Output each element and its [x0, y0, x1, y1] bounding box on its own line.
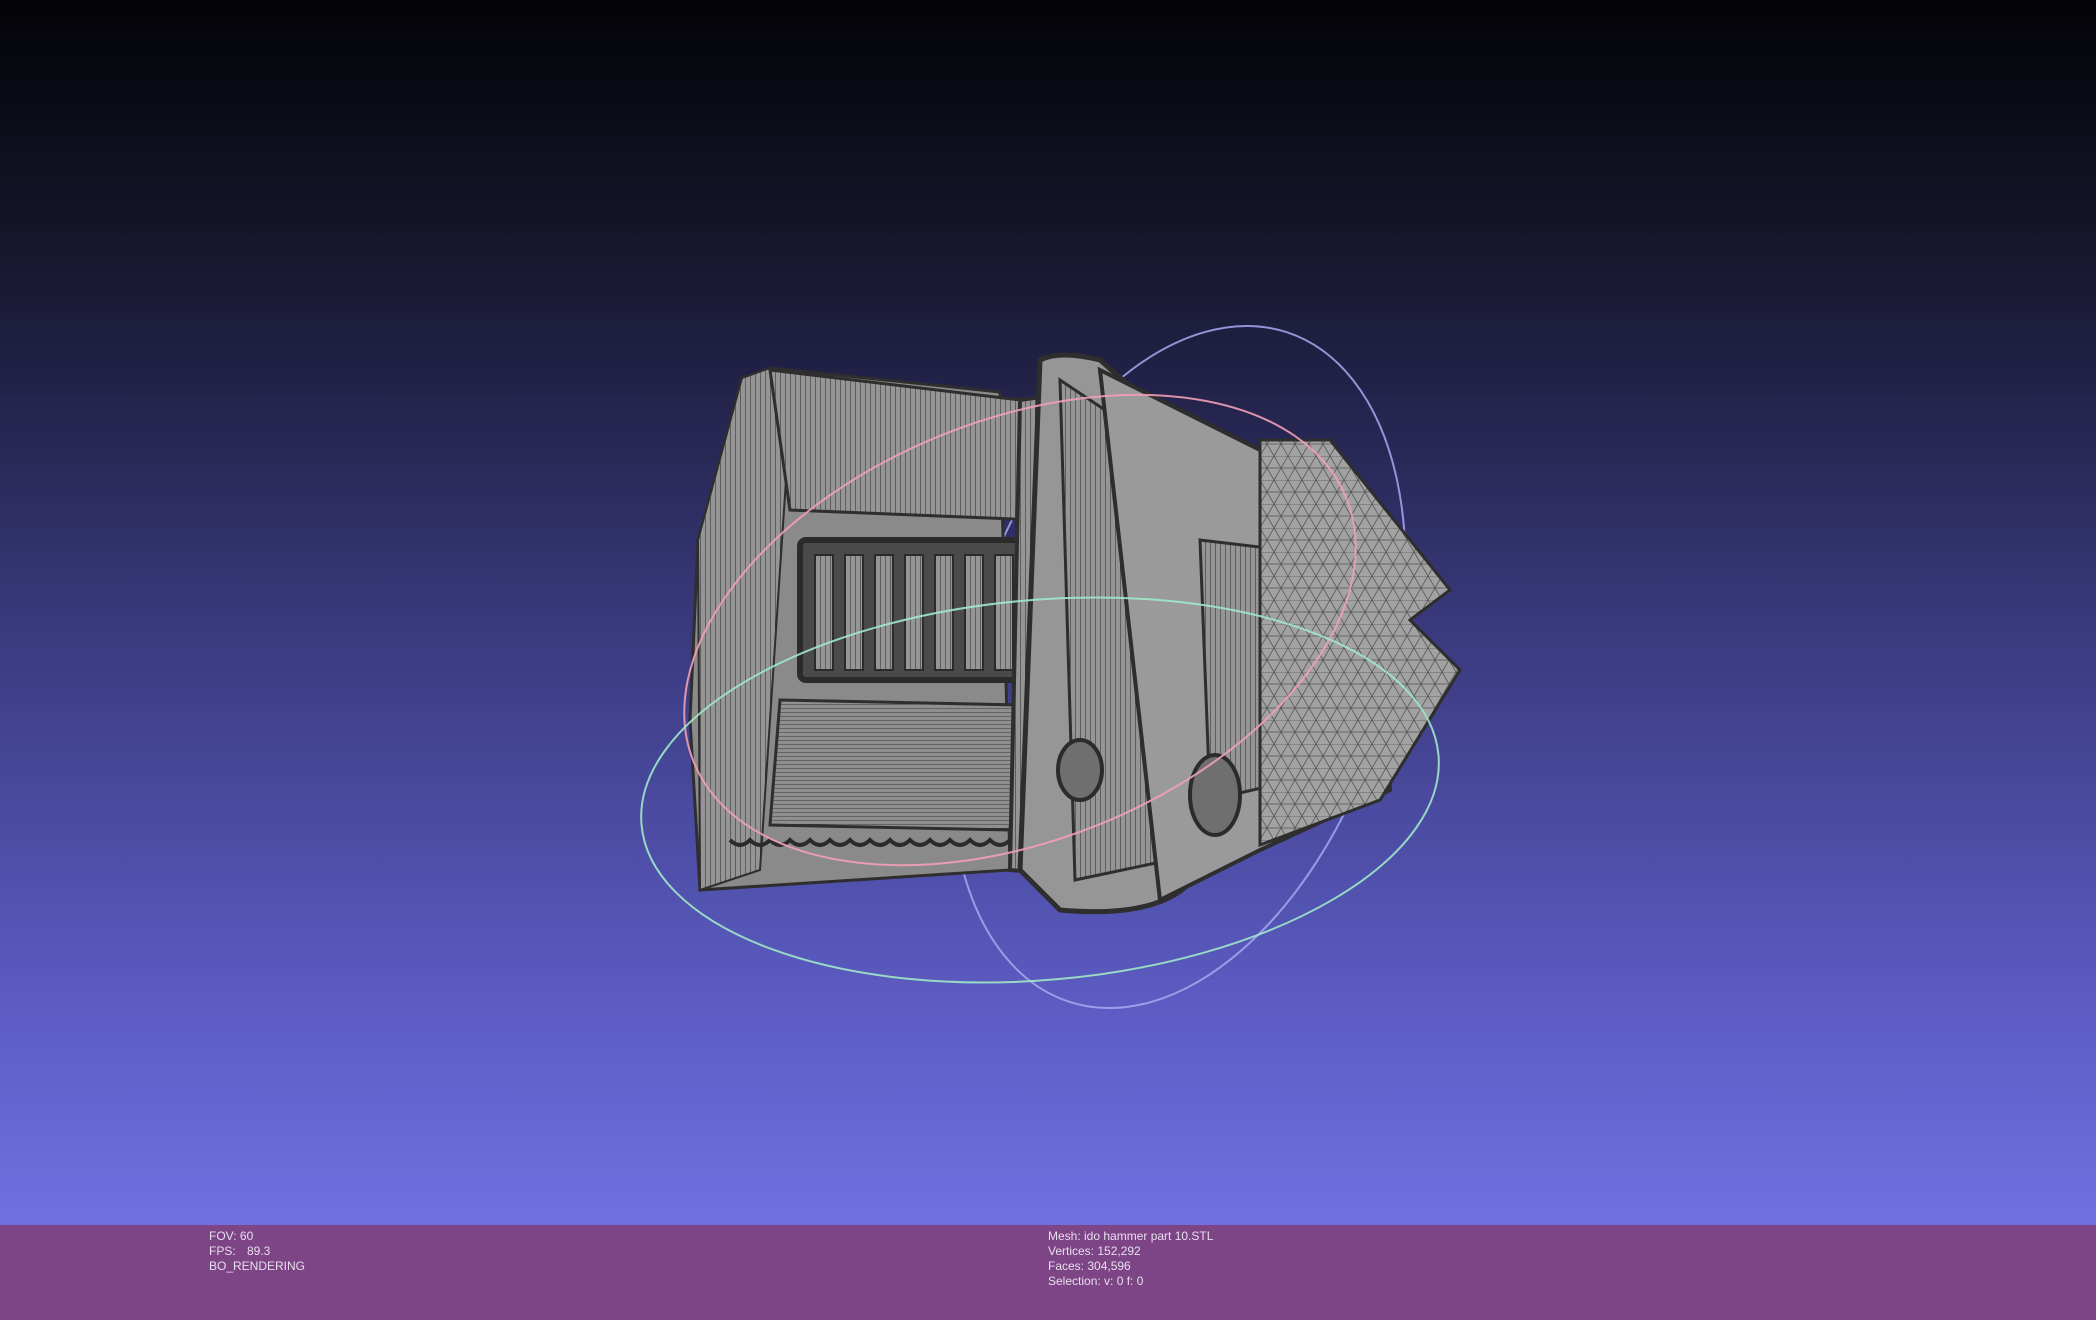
mesh-detail-oval-1 [1188, 753, 1242, 837]
fov-line: FOV: 60 [209, 1229, 305, 1244]
fps-line: FPS: 89.3 [209, 1244, 305, 1259]
mesh-lower-barrel [768, 698, 1022, 832]
mesh-model[interactable] [688, 352, 1462, 915]
3d-viewport[interactable] [0, 0, 2096, 1225]
face-count: Faces: 304,596 [1048, 1259, 1131, 1273]
meshlab-window: FOV: 60 FPS: 89.3 BO_RENDERING Mesh: ido … [0, 0, 2096, 1320]
render-mode: BO_RENDERING [209, 1259, 306, 1273]
selection-count: Selection: v: 0 f: 0 [1048, 1274, 1144, 1288]
render-info: FOV: 60 FPS: 89.3 BO_RENDERING [209, 1229, 305, 1274]
scene-canvas[interactable] [0, 0, 2096, 1225]
vertex-count: Vertices: 152,292 [1048, 1244, 1141, 1258]
mesh-right-nose [1258, 438, 1462, 848]
fov-label: FOV: [209, 1229, 237, 1243]
info-bar: FOV: 60 FPS: 89.3 BO_RENDERING Mesh: ido … [0, 1225, 2096, 1320]
mesh-info: Mesh: ido hammer part 10.STL Vertices: 1… [1048, 1229, 1213, 1289]
fps-label: FPS: [209, 1244, 236, 1258]
mesh-grille-bars [814, 554, 1014, 671]
mesh-name: Mesh: ido hammer part 10.STL [1048, 1229, 1214, 1243]
mesh-detail-oval-2 [1056, 738, 1104, 802]
fps-value: 89.3 [247, 1244, 271, 1258]
fov-value: 60 [239, 1229, 254, 1243]
